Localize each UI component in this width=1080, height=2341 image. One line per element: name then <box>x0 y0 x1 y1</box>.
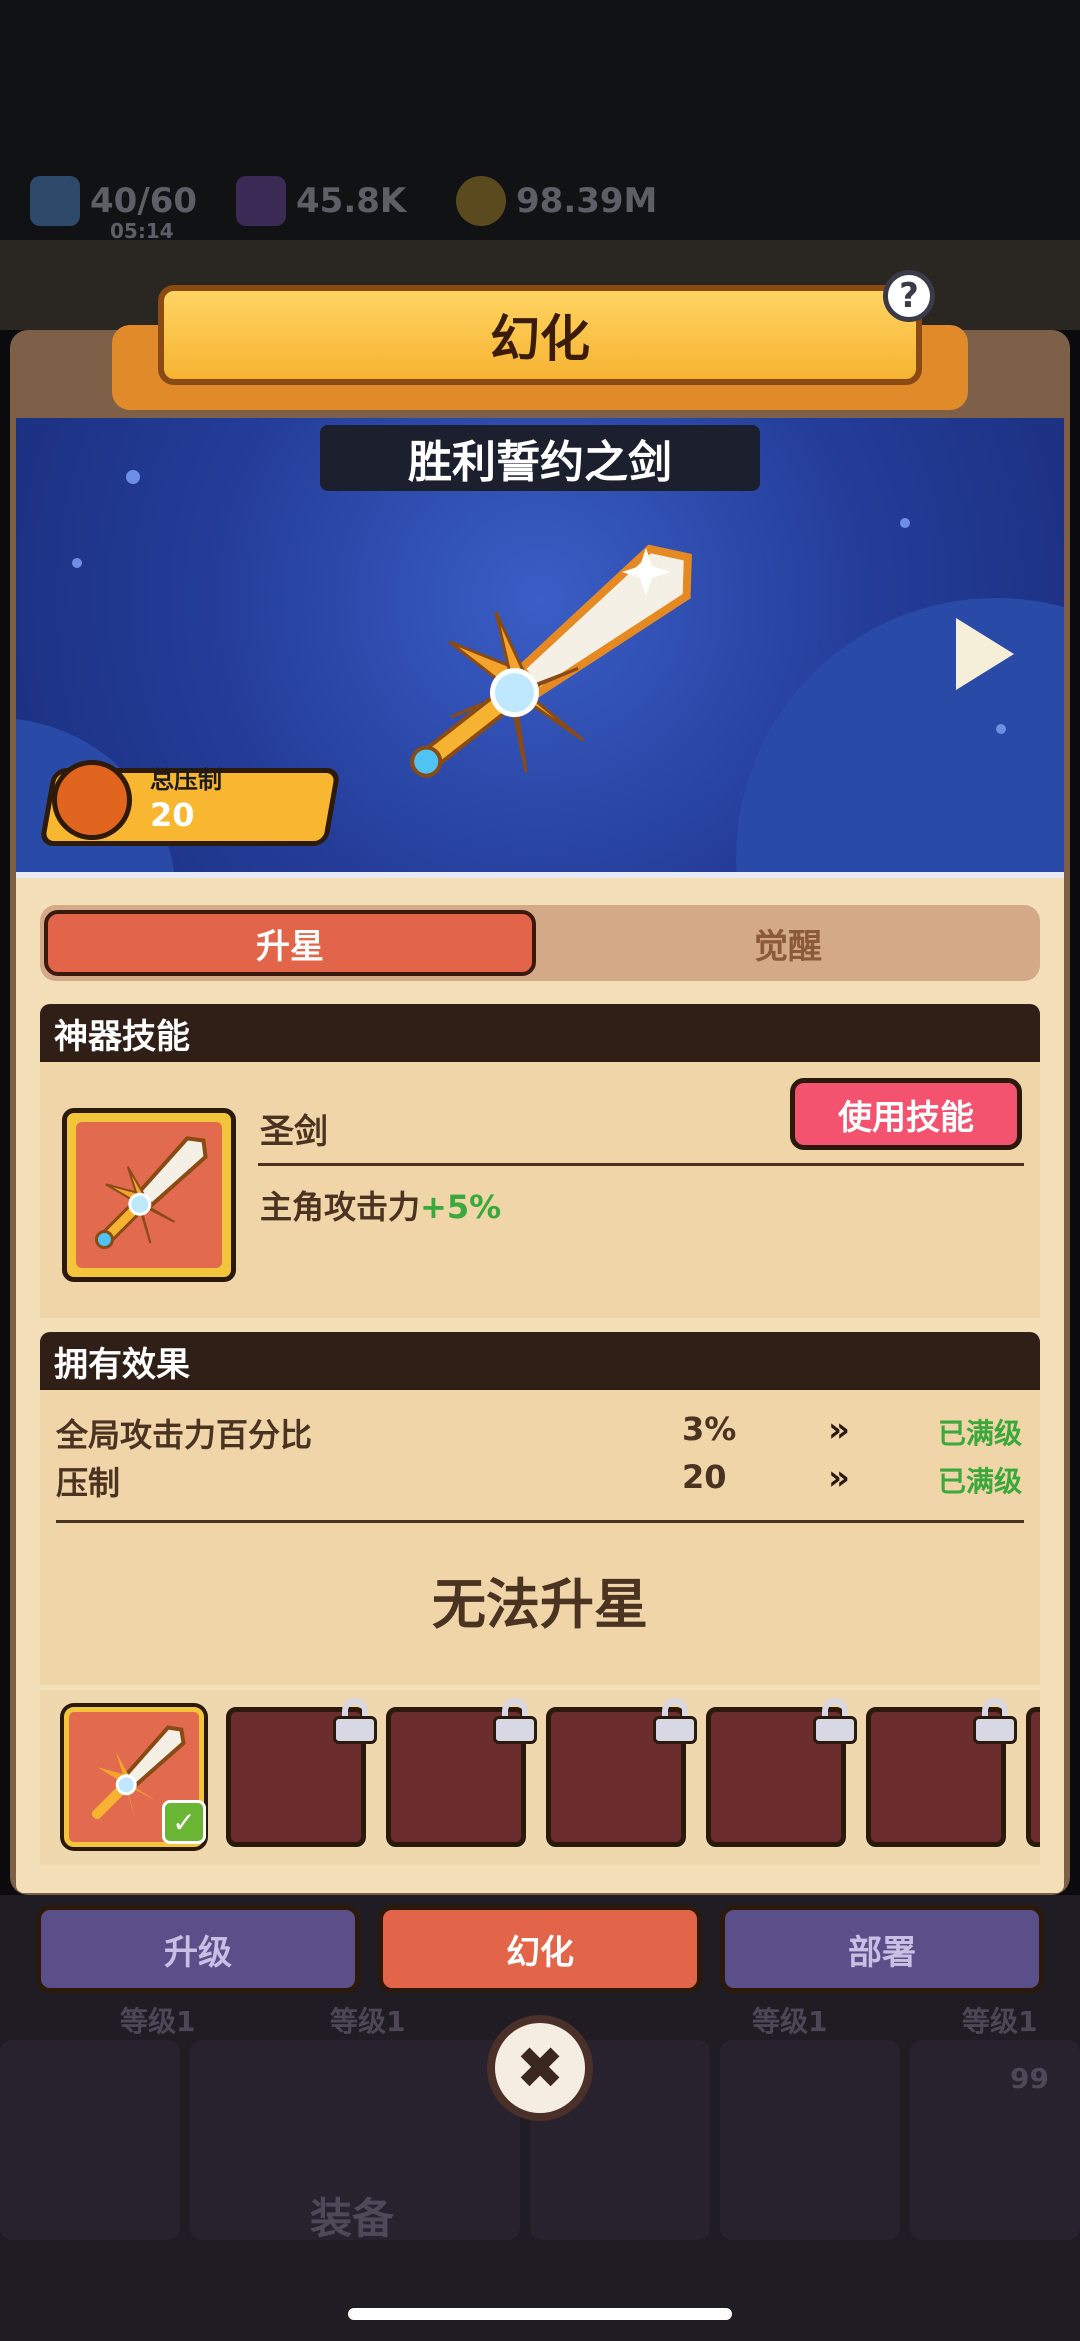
holy-sword-skill-icon <box>94 1136 208 1250</box>
effect-label: 压制 <box>56 1464 121 1502</box>
flame-icon <box>52 760 132 840</box>
double-arrow-icon: » <box>828 1458 850 1498</box>
coin-value: 98.39M <box>516 181 658 221</box>
equipment-label: 装备 <box>310 2194 395 2243</box>
coin-icon <box>456 176 506 226</box>
skin-slot-partial[interactable] <box>1026 1707 1040 1847</box>
effect-label: 全局攻击力百分比 <box>56 1416 313 1454</box>
tab-awaken[interactable]: 觉醒 <box>540 910 1036 976</box>
effect-row: 全局攻击力百分比 3% » 已满级 <box>56 1410 1026 1456</box>
skill-name: 圣剑 <box>260 1112 328 1152</box>
skill-desc-text: 主角攻击力 <box>260 1188 421 1226</box>
tab-deploy[interactable]: 部署 <box>720 1905 1044 1993</box>
star-dot <box>72 558 82 568</box>
upgrade-slot[interactable] <box>720 2040 900 2240</box>
tab-upgrade[interactable]: 升级 <box>36 1905 360 1993</box>
skill-description: 主角攻击力+5% <box>260 1182 501 1228</box>
planet-decoration <box>736 598 1064 872</box>
tab-star-up[interactable]: 升星 <box>44 910 536 976</box>
lock-icon <box>493 1698 537 1744</box>
level-label: 等级1 <box>752 2005 828 2038</box>
effect-status: 已满级 <box>938 1417 1023 1450</box>
skin-slot-locked[interactable] <box>866 1698 1017 1847</box>
skin-slot-locked[interactable] <box>706 1698 857 1847</box>
lock-icon <box>973 1698 1017 1744</box>
skin-slot-locked[interactable] <box>226 1698 377 1847</box>
effects-section-header: 拥有效果 <box>40 1332 1040 1390</box>
effect-value: 3% <box>682 1410 737 1448</box>
cannot-upgrade-text: 无法升星 <box>432 1573 648 1636</box>
skill-icon-background <box>76 1122 222 1268</box>
star-dot <box>996 724 1006 734</box>
help-button[interactable]: ? <box>883 270 935 322</box>
holy-sword-icon <box>410 544 692 778</box>
resource-bar: 40/60 05:14 45.8K 98.39M <box>0 165 1080 243</box>
level-label: 等级1 <box>330 2005 406 2038</box>
chest-slot[interactable] <box>910 2040 1080 2240</box>
shop-slot[interactable] <box>0 2040 180 2240</box>
tab-transform[interactable]: 幻化 <box>378 1905 702 1993</box>
item-name-plate: 胜利誓约之剑 <box>320 425 760 491</box>
lock-icon <box>653 1698 697 1744</box>
skin-slot-locked[interactable] <box>546 1698 697 1847</box>
skill-bonus: +5% <box>420 1188 502 1226</box>
close-button[interactable]: ✖ <box>487 2015 593 2121</box>
divider <box>258 1163 1024 1166</box>
star-dot <box>126 470 140 484</box>
home-indicator[interactable] <box>348 2308 732 2320</box>
energy-value: 40/60 <box>90 181 198 221</box>
next-arrow-icon[interactable] <box>956 618 1014 690</box>
skill-section-header: 神器技能 <box>40 1004 1040 1062</box>
popup-title: 幻化 <box>158 285 922 385</box>
level-label: 等级1 <box>120 2005 196 2038</box>
lock-icon <box>813 1698 857 1744</box>
divider <box>56 1520 1024 1523</box>
skin-slot-locked[interactable] <box>386 1698 537 1847</box>
gem-icon <box>236 176 286 226</box>
double-arrow-icon: » <box>828 1410 850 1450</box>
effect-row: 压制 20 » 已满级 <box>56 1458 1026 1504</box>
effect-status: 已满级 <box>938 1465 1023 1498</box>
coin-counter[interactable]: 98.39M <box>456 175 657 227</box>
count-badge: 99 <box>1010 2062 1049 2095</box>
gem-value: 45.8K <box>296 181 407 221</box>
check-icon: ✓ <box>162 1800 206 1844</box>
effect-value: 20 <box>682 1458 727 1496</box>
power-value: 20 <box>150 796 195 834</box>
gem-counter[interactable]: 45.8K <box>236 175 406 227</box>
star-dot <box>900 518 910 528</box>
use-skill-button[interactable]: 使用技能 <box>790 1078 1022 1150</box>
power-label: 总压制 <box>150 766 222 794</box>
lock-icon <box>333 1698 377 1744</box>
level-label: 等级1 <box>962 2005 1038 2038</box>
energy-icon <box>30 176 80 226</box>
